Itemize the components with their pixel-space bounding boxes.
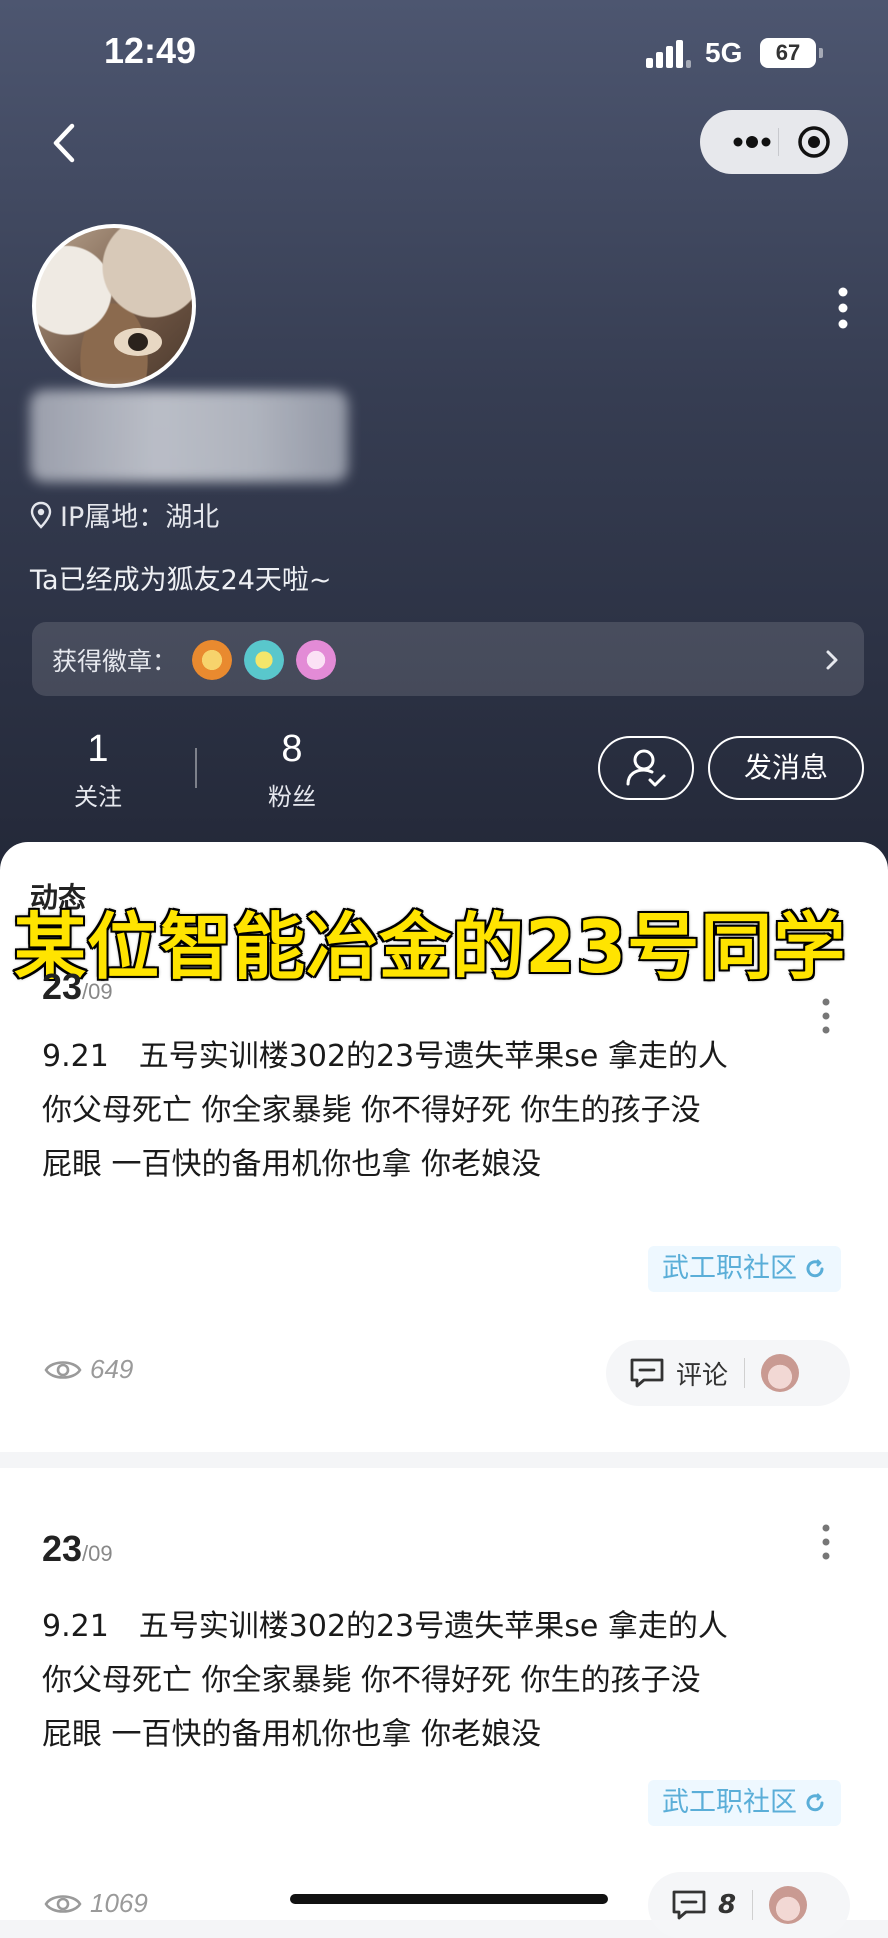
post-date: 23/09 bbox=[42, 1528, 113, 1570]
more-vertical-icon[interactable] bbox=[830, 286, 856, 330]
ip-location-text: IP属地：湖北 bbox=[60, 502, 220, 533]
community-tag[interactable]: 武工职社区 bbox=[648, 1780, 841, 1826]
follow-button[interactable] bbox=[598, 736, 694, 800]
stat-following[interactable]: 1 关注 bbox=[38, 728, 158, 812]
stat-following-count: 1 bbox=[87, 728, 109, 770]
community-tag[interactable]: 武工职社区 bbox=[648, 1246, 841, 1292]
joined-days-text: Ta已经成为狐友24天啦~ bbox=[30, 565, 332, 596]
badges-bar[interactable]: 获得徽章： bbox=[32, 622, 864, 696]
user-check-icon bbox=[626, 749, 666, 787]
badge-teal-icon bbox=[244, 640, 284, 680]
miniprogram-capsule bbox=[700, 110, 848, 174]
stat-followers-count: 8 bbox=[281, 728, 303, 770]
post-line: 你父母死亡 你全家暴毙 你不得好死 你生的孩子没 bbox=[42, 1093, 701, 1128]
post-line: 9.21 五号实训楼302的23号遗失苹果se 拿走的人 bbox=[42, 1609, 728, 1644]
comment-button[interactable]: 8 bbox=[648, 1872, 850, 1938]
comment-button[interactable]: 评论 bbox=[606, 1340, 850, 1406]
signal-icon bbox=[646, 36, 691, 68]
avatar[interactable] bbox=[32, 224, 196, 388]
location-pin-icon bbox=[30, 501, 52, 529]
status-time: 12:49 bbox=[104, 30, 197, 71]
view-count-text: 649 bbox=[90, 1354, 134, 1384]
view-count: 1069 bbox=[44, 1888, 148, 1919]
comment-icon bbox=[672, 1890, 706, 1920]
video-overlay-caption: 某位智能冶金的23号同学 bbox=[12, 904, 847, 991]
post-line: 你父母死亡 你全家暴毙 你不得好死 你生的孩子没 bbox=[42, 1663, 701, 1698]
post-date-month: /09 bbox=[82, 1541, 113, 1566]
ip-location-row: IP属地：湖北 bbox=[30, 495, 219, 534]
username-blurred bbox=[30, 390, 348, 482]
send-message-button[interactable]: 发消息 bbox=[708, 736, 864, 800]
more-horizontal-icon[interactable] bbox=[726, 110, 778, 174]
home-indicator[interactable] bbox=[290, 1894, 608, 1904]
post-date: 23/09 bbox=[42, 966, 113, 1008]
back-button[interactable] bbox=[40, 118, 90, 168]
comment-icon bbox=[630, 1358, 664, 1388]
post-body[interactable]: 9.21 五号实训楼302的23号遗失苹果se 拿走的人 你父母死亡 你全家暴毙… bbox=[42, 1030, 852, 1192]
battery-icon: 67 bbox=[760, 38, 823, 68]
eye-icon bbox=[44, 1894, 82, 1913]
eye-icon bbox=[44, 1360, 82, 1379]
refresh-icon bbox=[806, 1793, 824, 1812]
status-bar: 12:49 5G 67 bbox=[0, 0, 888, 110]
post-date-day: 23 bbox=[42, 1528, 83, 1569]
post-line: 9.21 五号实训楼302的23号遗失苹果se 拿走的人 bbox=[42, 1039, 728, 1074]
badge-orange-icon bbox=[192, 640, 232, 680]
post-date-day: 23 bbox=[42, 966, 83, 1007]
post-more-icon[interactable] bbox=[816, 1522, 836, 1562]
post-line: 屁眼 一百快的备用机你也拿 你老娘没 bbox=[42, 1147, 542, 1182]
capsule-divider bbox=[778, 128, 779, 156]
stat-divider bbox=[195, 748, 197, 788]
chevron-left-icon bbox=[53, 123, 75, 163]
network-type: 5G bbox=[705, 37, 743, 68]
post-separator bbox=[0, 1452, 888, 1468]
community-tag-label: 武工职社区 bbox=[662, 1253, 797, 1284]
community-tag-label: 武工职社区 bbox=[662, 1787, 797, 1818]
post-line: 屁眼 一百快的备用机你也拿 你老娘没 bbox=[42, 1717, 542, 1752]
stat-followers[interactable]: 8 粉丝 bbox=[232, 728, 352, 812]
comment-label: 评论 bbox=[676, 1360, 729, 1391]
refresh-icon bbox=[806, 1259, 824, 1278]
stat-following-label: 关注 bbox=[74, 783, 122, 811]
target-icon[interactable] bbox=[796, 124, 832, 160]
commenter-avatar bbox=[769, 1886, 808, 1924]
commenter-avatar bbox=[761, 1354, 800, 1392]
stat-followers-label: 粉丝 bbox=[268, 783, 316, 811]
view-count-text: 1069 bbox=[90, 1888, 148, 1918]
badge-pink-icon bbox=[296, 640, 336, 680]
post-date-month: /09 bbox=[82, 979, 113, 1004]
post-body[interactable]: 9.21 五号实训楼302的23号遗失苹果se 拿走的人 你父母死亡 你全家暴毙… bbox=[42, 1600, 852, 1762]
comment-count: 8 bbox=[718, 1890, 737, 1920]
badges-label: 获得徽章： bbox=[52, 647, 178, 676]
view-count: 649 bbox=[44, 1354, 133, 1385]
chevron-right-icon bbox=[826, 650, 838, 670]
